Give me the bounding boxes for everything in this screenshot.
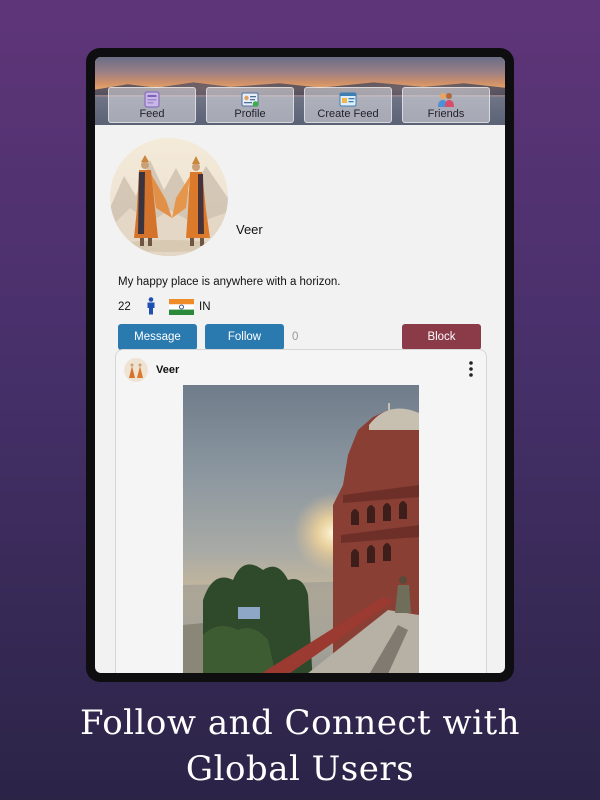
post-card: Veer: [115, 349, 487, 673]
post-username: Veer: [156, 364, 180, 376]
tab-create-feed-label: Create Feed: [317, 108, 379, 120]
profile-icon: [241, 92, 259, 107]
tab-friends-label: Friends: [427, 108, 465, 120]
post-photo-scene: [183, 403, 419, 673]
post-avatar-image: [124, 358, 148, 382]
friends-icon: [438, 93, 454, 107]
tablet-frame: Feed Profile Create Feed Friends Veer My…: [86, 48, 514, 682]
promo-caption-line-1: Follow and Connect with: [79, 703, 521, 743]
male-icon: [147, 297, 155, 315]
profile-avatar-image: [110, 138, 228, 256]
tab-profile[interactable]: Profile: [206, 87, 294, 123]
tab-create-feed[interactable]: Create Feed: [304, 87, 392, 123]
profile-username: Veer: [236, 222, 263, 237]
feed-icon: [144, 91, 160, 108]
more-vertical-icon[interactable]: [468, 360, 474, 378]
post-image[interactable]: [183, 385, 419, 673]
india-flag-icon: [169, 299, 194, 315]
tab-bar: Feed Profile Create Feed Friends: [95, 87, 505, 123]
profile-avatar[interactable]: [110, 138, 228, 256]
profile-bio: My happy place is anywhere with a horizo…: [118, 276, 341, 288]
profile-country: IN: [199, 301, 211, 313]
profile-age: 22: [118, 301, 131, 313]
follow-count: 0: [292, 331, 299, 343]
promo-caption: Follow and Connect with Global Users: [0, 700, 600, 792]
tab-profile-label: Profile: [234, 108, 266, 120]
message-button[interactable]: Message: [118, 324, 197, 350]
post-avatar[interactable]: [124, 358, 148, 382]
tab-feed-label: Feed: [139, 108, 165, 120]
tab-friends[interactable]: Friends: [402, 87, 490, 123]
follow-button[interactable]: Follow: [205, 324, 284, 350]
promo-caption-line-2: Global Users: [185, 749, 415, 789]
app-screen: Feed Profile Create Feed Friends Veer My…: [95, 57, 505, 673]
create-feed-icon: [339, 92, 357, 107]
block-button[interactable]: Block: [402, 324, 481, 350]
tab-feed[interactable]: Feed: [108, 87, 196, 123]
